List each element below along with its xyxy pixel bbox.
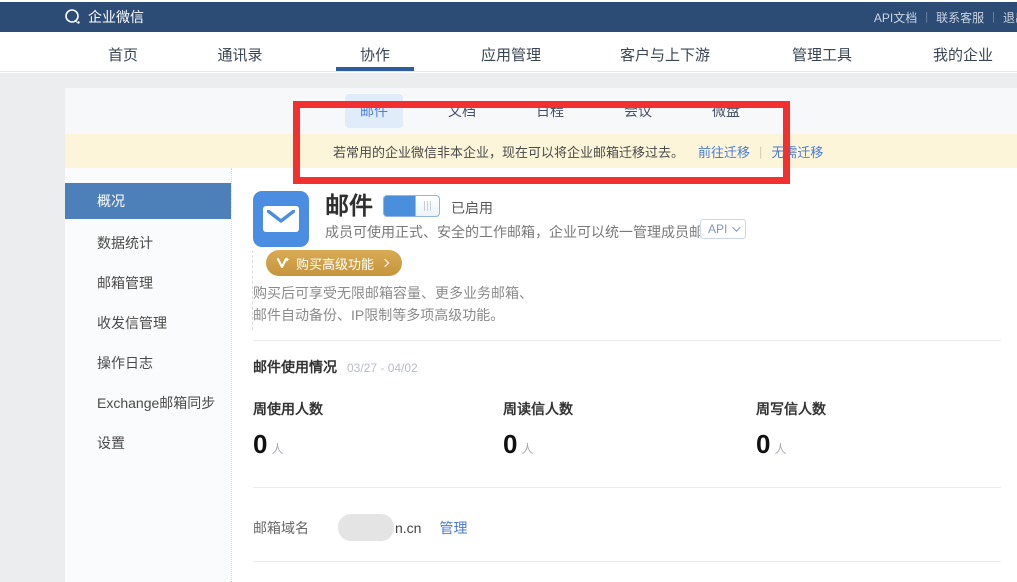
nav-item-admin-tools[interactable]: 管理工具 — [792, 44, 852, 65]
contact-support-link[interactable]: 联系客服 — [934, 9, 986, 26]
section-divider — [253, 487, 1001, 488]
stat-label: 周写信人数 — [756, 399, 826, 419]
page: 企业微信 API文档 | 联系客服 | 退出 首页 通讯录 协作 应用管理 客户… — [0, 0, 1017, 582]
main-nav: 首页 通讯录 协作 应用管理 客户与上下游 管理工具 我的企业 — [0, 32, 1017, 72]
chevron-right-icon — [381, 259, 389, 267]
api-dropdown-button[interactable]: API — [700, 219, 746, 239]
notice-link-divider: | — [759, 144, 762, 159]
top-bar: 企业微信 API文档 | 联系客服 | 退出 — [0, 2, 1017, 32]
mail-enabled-toggle[interactable] — [383, 195, 440, 217]
stat-label: 周读信人数 — [503, 399, 573, 419]
app-description: 成员可使用正式、安全的工作邮箱，企业可以统一管理成员邮箱。 — [325, 222, 731, 242]
brand-name: 企业微信 — [88, 7, 144, 27]
stat-label: 周使用人数 — [253, 399, 323, 419]
usage-title: 邮件使用情况 — [253, 357, 337, 377]
logout-link[interactable]: 退出 — [1001, 9, 1017, 26]
domain-label: 邮箱域名 — [253, 518, 309, 538]
top-links: API文档 | 联系客服 | 退出 — [872, 2, 1017, 32]
section-divider — [253, 340, 1001, 341]
section-divider — [253, 561, 1001, 562]
benefits-line-1: 购买后可享受无限邮箱容量、更多业务邮箱、 — [253, 282, 533, 304]
sparkle-icon — [276, 256, 290, 270]
tab-drive[interactable]: 微盘 — [697, 94, 755, 128]
nav-item-contacts[interactable]: 通讯录 — [217, 44, 262, 65]
envelope-flap-icon — [267, 210, 295, 224]
migration-notice-bar: 若常用的企业微信非本企业，现在可以将企业邮箱迁移过去。 前往迁移 | 无需迁移 — [65, 134, 1017, 168]
tab-calendar[interactable]: 日程 — [521, 94, 579, 128]
brand-logo[interactable]: 企业微信 — [64, 7, 144, 27]
sidebar-item-mailbox-management[interactable]: 邮箱管理 — [65, 263, 231, 303]
sidebar-item-statistics[interactable]: 数据统计 — [65, 223, 231, 263]
sidebar-item-settings[interactable]: 设置 — [65, 423, 231, 463]
tab-meeting[interactable]: 会议 — [609, 94, 667, 128]
tab-docs[interactable]: 文档 — [433, 94, 491, 128]
status-enabled-label: 已启用 — [451, 198, 493, 218]
sidebar-item-overview[interactable]: 概况 — [65, 183, 231, 219]
subnav-strip: 邮件 文档 日程 会议 微盘 — [65, 88, 1017, 134]
stat-unit: 人 — [521, 442, 533, 456]
benefits-line-2: 邮件自动备份、IP限制等多项高级功能。 — [253, 304, 533, 326]
sidebar-item-send-receive[interactable]: 收发信管理 — [65, 303, 231, 343]
sidebar-item-operation-log[interactable]: 操作日志 — [65, 343, 231, 383]
stat-value: 0 — [756, 429, 770, 459]
mail-domain-row: 邮箱域名 n.cn 管理 — [253, 514, 467, 541]
sidebar-item-exchange-sync[interactable]: Exchange邮箱同步 — [65, 383, 231, 423]
stat-weekly-readers: 周读信人数 0人 — [503, 399, 573, 460]
wechat-work-bubble-icon — [64, 9, 82, 25]
sidebar: 概况 数据统计 邮箱管理 收发信管理 操作日志 Exchange邮箱同步 设置 — [65, 168, 232, 582]
stat-unit: 人 — [271, 442, 283, 456]
migrate-now-link[interactable]: 前往迁移 — [698, 142, 750, 161]
stat-value: 0 — [503, 429, 517, 459]
top-link-divider: | — [992, 11, 995, 23]
nav-item-customers[interactable]: 客户与上下游 — [620, 44, 710, 65]
toggle-knob — [415, 196, 439, 216]
mail-app-icon — [253, 191, 309, 247]
premium-benefits-text: 购买后可享受无限邮箱容量、更多业务邮箱、 邮件自动备份、IP限制等多项高级功能。 — [253, 282, 533, 326]
buy-premium-button[interactable]: 购买高级功能 — [266, 250, 402, 276]
chevron-down-icon — [733, 223, 741, 231]
buy-premium-label: 购买高级功能 — [296, 254, 374, 273]
top-link-divider: | — [925, 11, 928, 23]
domain-visible-suffix: n.cn — [395, 520, 421, 536]
app-title: 邮件 — [325, 186, 373, 221]
tab-mail[interactable]: 邮件 — [345, 94, 403, 128]
migration-notice-text: 若常用的企业微信非本企业，现在可以将企业邮箱迁移过去。 — [333, 142, 684, 161]
usage-section-header: 邮件使用情况 03/27 - 04/02 — [253, 357, 418, 377]
redacted-domain — [338, 514, 394, 541]
subnav-tabs: 邮件 文档 日程 会议 微盘 — [65, 88, 1017, 134]
no-migration-link[interactable]: 无需迁移 — [771, 142, 823, 161]
stat-weekly-writers: 周写信人数 0人 — [756, 399, 826, 460]
usage-date-range: 03/27 - 04/02 — [347, 361, 418, 375]
api-dropdown-label: API — [708, 222, 727, 236]
api-docs-link[interactable]: API文档 — [872, 9, 919, 26]
nav-item-app-management[interactable]: 应用管理 — [481, 44, 541, 65]
nav-item-my-company[interactable]: 我的企业 — [933, 44, 993, 65]
stat-value: 0 — [253, 429, 267, 459]
stat-unit: 人 — [774, 442, 786, 456]
main-content: 邮件 已启用 成员可使用正式、安全的工作邮箱，企业可以统一管理成员邮箱。 API… — [232, 168, 1017, 582]
nav-active-underline — [336, 67, 414, 71]
nav-item-home[interactable]: 首页 — [108, 44, 138, 65]
stat-weekly-users: 周使用人数 0人 — [253, 399, 323, 460]
manage-domain-link[interactable]: 管理 — [439, 518, 467, 538]
nav-item-collaboration[interactable]: 协作 — [360, 44, 390, 65]
